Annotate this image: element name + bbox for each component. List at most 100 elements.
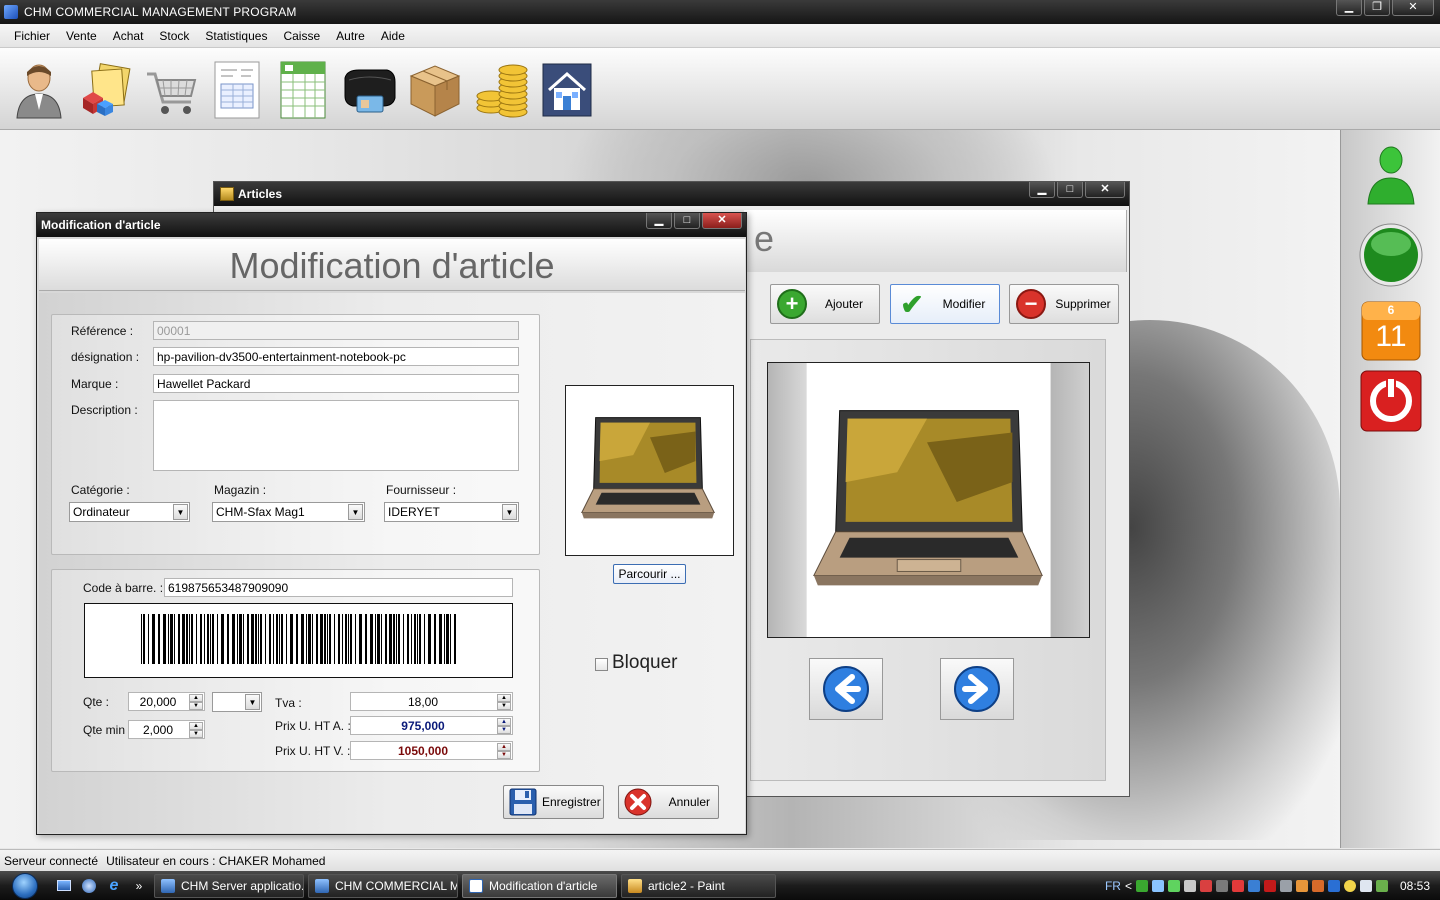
display-icon[interactable] [1183,879,1196,892]
menu-fichier[interactable]: Fichier [6,25,58,47]
articles-minimize-button[interactable]: ▁ [1029,182,1055,198]
internet-explorer-icon[interactable]: e [103,876,125,896]
category-select[interactable]: Ordinateur ▼ [69,502,190,522]
ati-icon[interactable] [1263,879,1276,892]
menu-aide[interactable]: Aide [373,25,413,47]
calendar-icon[interactable]: 6 11 [1358,300,1424,366]
dialog-close-button[interactable]: ✕ [702,213,742,229]
chat-icon[interactable] [1359,879,1372,892]
wifi-icon[interactable] [1167,879,1180,892]
update-icon[interactable] [1375,879,1388,892]
home-icon[interactable] [536,56,598,122]
articles-close-button[interactable]: ✕ [1085,182,1125,198]
task-chm-server[interactable]: CHM Server applicatio... [154,873,304,898]
up-arrow-icon[interactable]: ▲ [189,694,203,702]
minimize-button[interactable]: ▁ [1336,0,1362,16]
tray-expand-icon[interactable]: < [1125,879,1132,893]
reference-field[interactable]: 00001 [153,321,519,340]
qty-spinner[interactable]: 20,000 ▲ ▼ [128,692,205,711]
barcode-bar [450,614,451,664]
next-button[interactable] [940,658,1014,720]
messenger-icon[interactable] [1343,879,1356,892]
up-arrow-icon[interactable]: ▲ [497,694,511,702]
menu-vente[interactable]: Vente [58,25,105,47]
tva-updown[interactable]: ▲ ▼ [497,694,511,710]
coins-icon[interactable] [470,56,532,122]
unit-select[interactable]: ▼ [212,692,262,712]
up-arrow-icon[interactable]: ▲ [497,743,511,751]
menu-achat[interactable]: Achat [105,25,152,47]
signal-icon[interactable] [1151,879,1164,892]
articles-maximize-button[interactable]: □ [1057,182,1083,198]
menu-caisse[interactable]: Caisse [275,25,328,47]
delete-button[interactable]: − Supprimer [1009,284,1119,324]
firefox-icon[interactable] [1295,879,1308,892]
down-arrow-icon[interactable]: ▼ [497,751,511,759]
up-arrow-icon[interactable]: ▲ [497,718,511,726]
task-modification-article[interactable]: Modification d'article [462,873,617,898]
user-icon[interactable] [8,56,70,122]
add-button[interactable]: + Ajouter [770,284,880,324]
down-arrow-icon[interactable]: ▼ [497,726,511,734]
dialog-minimize-button[interactable]: ▁ [646,213,672,229]
quicklaunch-more-icon[interactable]: » [128,876,150,896]
down-arrow-icon[interactable]: ▼ [497,702,511,710]
save-button[interactable]: Enregistrer [503,785,604,819]
browse-button[interactable]: Parcourir ... [613,564,686,584]
start-button[interactable] [0,871,50,900]
vlc-icon[interactable] [1311,879,1324,892]
menu-stock[interactable]: Stock [151,25,197,47]
network-icon[interactable] [1135,879,1148,892]
edit-button[interactable]: ✔ Modifier [890,284,1000,324]
task-chm-commercial[interactable]: CHM COMMERCIAL M... [308,873,458,898]
down-arrow-icon[interactable]: ▼ [189,702,203,710]
qty-min-spinner[interactable]: 2,000 ▲ ▼ [128,720,205,739]
task-paint[interactable]: article2 - Paint [621,873,776,898]
buy-price-updown[interactable]: ▲ ▼ [497,718,511,734]
down-arrow-icon[interactable]: ▼ [189,730,203,738]
designation-field[interactable]: hp-pavilion-dv3500-entertainment-noteboo… [153,347,519,366]
cart-icon[interactable] [140,56,202,122]
close-button[interactable]: ✕ [1392,0,1434,16]
device-icon[interactable] [1215,879,1228,892]
alert-icon[interactable] [1231,879,1244,892]
products-icon[interactable] [74,56,136,122]
up-arrow-icon[interactable]: ▲ [189,722,203,730]
previous-button[interactable] [809,658,883,720]
power-icon[interactable] [1358,368,1424,434]
barcode-field[interactable]: 619875653487909090 [164,578,513,597]
description-field[interactable] [153,400,519,471]
qty-updown[interactable]: ▲ ▼ [189,694,203,710]
user-status-icon[interactable] [1358,140,1424,206]
sell-price-updown[interactable]: ▲ ▼ [497,743,511,759]
menu-autre[interactable]: Autre [328,25,373,47]
show-desktop-icon[interactable] [53,876,75,896]
wallet-icon[interactable] [338,56,400,122]
connection-status-icon[interactable] [1358,222,1424,288]
supplier-select[interactable]: IDERYET ▼ [384,502,519,522]
brand-label: Marque : [71,377,119,391]
barcode-bar [342,614,343,664]
barcode-bar [434,614,436,664]
buy-price-spinner[interactable]: 975,000 ▲ ▼ [350,716,513,735]
barcode-bar [359,614,362,664]
usb-icon[interactable] [1279,879,1292,892]
restore-button[interactable]: ❐ [1364,0,1390,16]
security-icon[interactable] [1199,879,1212,892]
bluetooth-icon[interactable] [1327,879,1340,892]
block-checkbox[interactable] [595,658,608,671]
monitor-icon[interactable] [1247,879,1260,892]
media-player-icon[interactable] [78,876,100,896]
tva-spinner[interactable]: 18,00 ▲ ▼ [350,692,513,711]
brand-field[interactable]: Hawellet Packard [153,374,519,393]
spreadsheet-icon[interactable] [272,56,334,122]
sell-price-spinner[interactable]: 1050,000 ▲ ▼ [350,741,513,760]
store-select[interactable]: CHM-Sfax Mag1 ▼ [212,502,365,522]
box-icon[interactable] [404,56,466,122]
qty-min-updown[interactable]: ▲ ▼ [189,722,203,738]
cancel-button[interactable]: Annuler [618,785,719,819]
dialog-maximize-button[interactable]: □ [674,213,700,229]
language-indicator[interactable]: FR [1105,879,1121,893]
menu-statistiques[interactable]: Statistiques [197,25,275,47]
invoice-icon[interactable] [206,56,268,122]
